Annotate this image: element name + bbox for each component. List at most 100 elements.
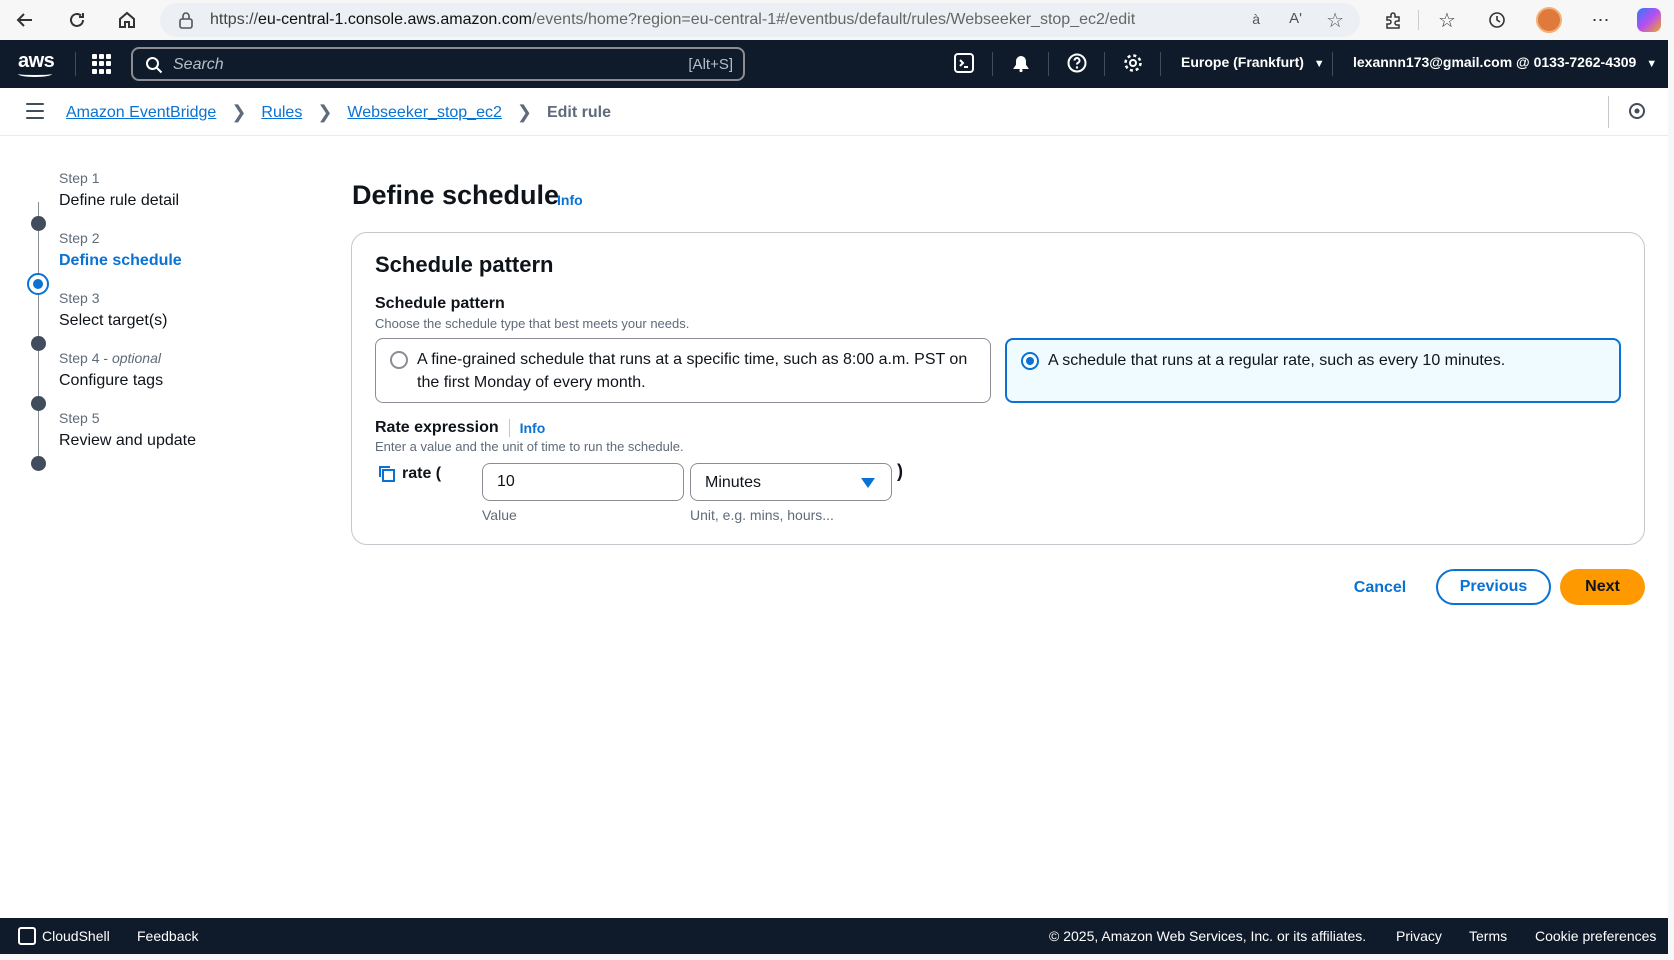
services-grid-icon[interactable] xyxy=(92,54,112,74)
breadcrumb-bar: Amazon EventBridge ❯ Rules ❯ Webseeker_s… xyxy=(0,88,1674,136)
region-selector[interactable]: Europe (Frankfurt) ▼ xyxy=(1181,54,1325,70)
step-indicator-active xyxy=(27,273,49,295)
step-label: Step 1 xyxy=(59,170,100,186)
breadcrumb: Amazon EventBridge ❯ Rules ❯ Webseeker_s… xyxy=(66,102,611,123)
url-prefix: https:// xyxy=(210,11,259,28)
step-label: Step 3 xyxy=(59,290,100,306)
step-link[interactable]: Review and update xyxy=(59,432,196,450)
toolbar-divider xyxy=(1418,10,1419,30)
step-label: Step 4 - optional xyxy=(59,350,161,366)
step-indicator xyxy=(31,456,46,471)
favorites-icon[interactable]: ☆ xyxy=(1432,5,1462,35)
breadcrumb-rules[interactable]: Rules xyxy=(261,104,302,122)
cancel-button[interactable]: Cancel xyxy=(1340,570,1420,606)
aws-top-nav: aws Search [Alt+S] Europe (Frankfurt) ▼ … xyxy=(0,40,1674,88)
step-indicator xyxy=(31,336,46,351)
chevron-right-icon: ❯ xyxy=(317,102,333,122)
footer-cookie-preferences-link[interactable]: Cookie preferences xyxy=(1535,928,1656,944)
copy-icon[interactable] xyxy=(378,465,396,488)
search-shortcut: [Alt+S] xyxy=(688,56,733,73)
search-input[interactable]: Search [Alt+S] xyxy=(131,47,745,81)
rate-expression-description: Enter a value and the unit of time to ru… xyxy=(375,439,684,454)
chevron-right-icon: ❯ xyxy=(516,102,532,122)
step-link[interactable]: Select target(s) xyxy=(59,312,167,330)
account-menu[interactable]: lexannn173@gmail.com @ 0133-7262-4309 ▼ xyxy=(1353,54,1657,70)
step-label: Step 2 xyxy=(59,230,100,246)
caret-down-icon xyxy=(861,478,875,488)
history-icon[interactable] xyxy=(1482,5,1512,35)
rate-prefix: rate ( xyxy=(402,465,442,482)
lock-icon[interactable] xyxy=(178,11,194,34)
page-title: Define schedule xyxy=(352,180,560,210)
aws-logo-text: aws xyxy=(18,50,55,72)
nav-divider xyxy=(1160,52,1161,76)
window-edge xyxy=(0,954,1674,960)
favorite-star-icon[interactable]: ☆ xyxy=(1326,8,1344,33)
translate-icon[interactable]: à xyxy=(1252,11,1260,27)
nav-divider xyxy=(1104,52,1105,76)
chevron-down-icon: ▼ xyxy=(1313,58,1325,70)
window-edge xyxy=(1668,40,1674,960)
option-text: A fine-grained schedule that runs at a s… xyxy=(417,351,968,391)
extensions-icon[interactable] xyxy=(1378,5,1408,35)
schedule-pattern-panel: Schedule pattern Schedule pattern Choose… xyxy=(351,232,1645,545)
browser-toolbar: https://eu-central-1.console.aws.amazon.… xyxy=(0,0,1674,40)
schedule-pattern-label: Schedule pattern xyxy=(375,295,505,312)
aws-logo[interactable]: aws xyxy=(18,50,55,77)
profile-avatar[interactable] xyxy=(1534,5,1564,35)
breadcrumb-eventbridge[interactable]: Amazon EventBridge xyxy=(66,104,216,122)
nav-divider xyxy=(75,52,76,76)
radio-regular-rate[interactable] xyxy=(1021,352,1039,370)
rate-info-link[interactable]: Info xyxy=(520,420,546,436)
footer-privacy-link[interactable]: Privacy xyxy=(1396,928,1442,944)
rate-unit-select[interactable]: Minutes xyxy=(690,463,892,501)
home-icon[interactable] xyxy=(112,5,142,35)
back-icon[interactable] xyxy=(10,5,40,35)
step-link[interactable]: Define rule detail xyxy=(59,192,179,210)
refresh-icon[interactable] xyxy=(62,5,92,35)
url-path: /events/home?region=eu-central-1#/eventb… xyxy=(531,11,1136,28)
step-link[interactable]: Configure tags xyxy=(59,372,163,390)
cloudshell-icon[interactable] xyxy=(953,52,977,76)
unit-caption: Unit, e.g. mins, hours... xyxy=(690,507,834,523)
notifications-bell-icon[interactable] xyxy=(1010,52,1034,76)
rate-expression-header: Rate expression Info xyxy=(375,419,545,437)
title-info-link[interactable]: Info xyxy=(557,192,583,208)
step-indicator xyxy=(31,396,46,411)
unit-selected-value: Minutes xyxy=(705,474,762,491)
url-host: eu-central-1.console.aws.amazon.com xyxy=(258,11,532,28)
previous-button[interactable]: Previous xyxy=(1436,569,1551,605)
rate-value-input[interactable] xyxy=(482,463,684,501)
step-current: Define schedule xyxy=(59,252,182,269)
next-button[interactable]: Next xyxy=(1560,569,1645,605)
panel-title: Schedule pattern xyxy=(375,252,554,277)
account-label: lexannn173@gmail.com @ 0133-7262-4309 xyxy=(1353,54,1637,70)
copilot-icon[interactable] xyxy=(1634,5,1664,35)
footer-terms-link[interactable]: Terms xyxy=(1469,928,1507,944)
more-options-icon[interactable]: ⋯ xyxy=(1586,5,1616,35)
menu-hamburger-icon[interactable] xyxy=(26,103,44,119)
address-bar[interactable]: https://eu-central-1.console.aws.amazon.… xyxy=(160,3,1360,37)
rate-expression-label: Rate expression xyxy=(375,419,499,436)
option-fine-grained-schedule[interactable]: A fine-grained schedule that runs at a s… xyxy=(375,338,991,403)
option-text: A schedule that runs at a regular rate, … xyxy=(1048,352,1506,369)
footer-copyright: © 2025, Amazon Web Services, Inc. or its… xyxy=(1049,928,1367,944)
tools-panel-icon[interactable] xyxy=(1627,101,1647,126)
radio-fine-grained[interactable] xyxy=(390,351,408,369)
settings-gear-icon[interactable] xyxy=(1122,52,1146,76)
read-aloud-icon[interactable]: A' xyxy=(1289,10,1302,27)
option-regular-rate-schedule[interactable]: A schedule that runs at a regular rate, … xyxy=(1005,338,1621,403)
schedule-pattern-description: Choose the schedule type that best meets… xyxy=(375,316,690,331)
step-indicator xyxy=(31,216,46,231)
breadcrumb-rule-name[interactable]: Webseeker_stop_ec2 xyxy=(347,104,501,122)
search-icon xyxy=(145,56,163,79)
help-icon[interactable] xyxy=(1066,52,1090,76)
chevron-right-icon: ❯ xyxy=(231,102,247,122)
chevron-down-icon: ▼ xyxy=(1646,58,1658,70)
footer-feedback-link[interactable]: Feedback xyxy=(137,928,198,944)
region-label: Europe (Frankfurt) xyxy=(1181,54,1304,70)
cloudshell-icon[interactable] xyxy=(18,927,36,945)
breadcrumb-current: Edit rule xyxy=(546,103,611,121)
footer-cloudshell-link[interactable]: CloudShell xyxy=(42,928,110,944)
nav-divider xyxy=(1048,52,1049,76)
